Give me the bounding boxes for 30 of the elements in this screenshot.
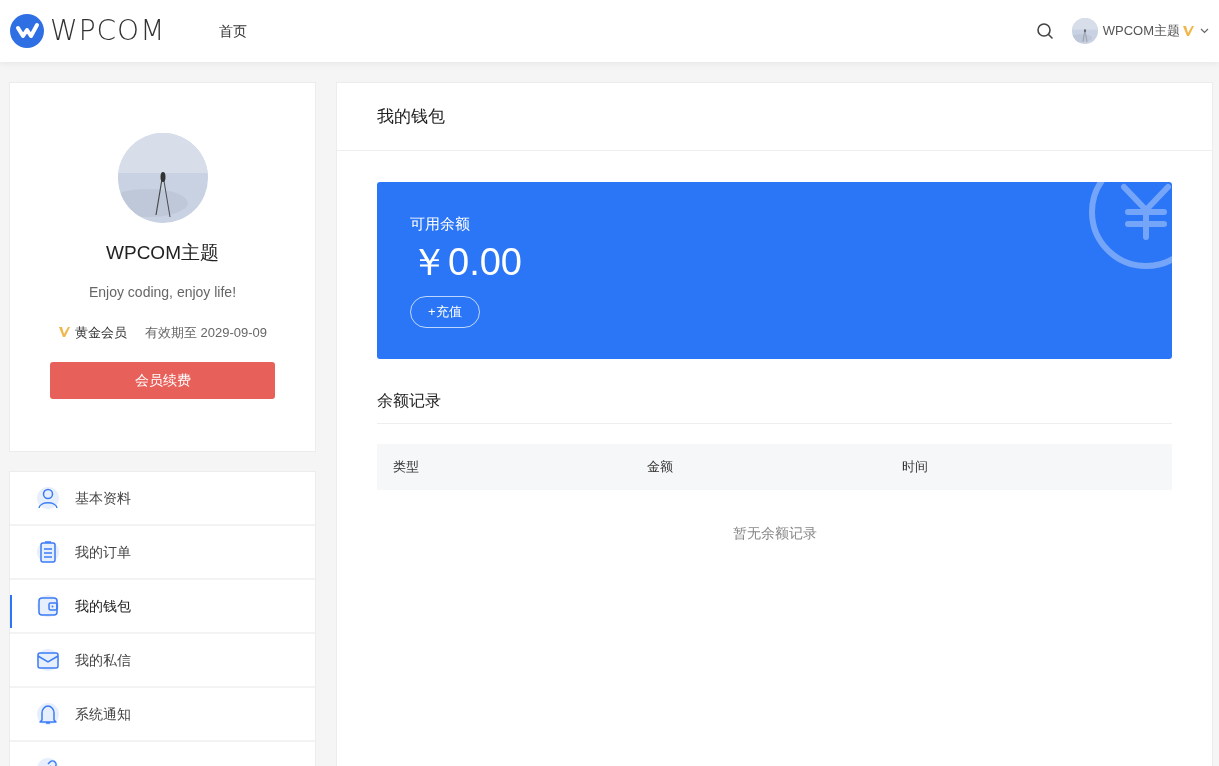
profile-bio: Enjoy coding, enjoy life! bbox=[88, 282, 237, 302]
clipboard-icon bbox=[36, 540, 60, 564]
membership-expiry: 有效期至 2029-09-09 bbox=[144, 323, 268, 342]
section-title: 余额记录 bbox=[377, 389, 1172, 424]
menu-item[interactable]: 我的订单 bbox=[10, 526, 315, 580]
wallet-icon bbox=[36, 594, 60, 618]
logo-icon bbox=[10, 14, 44, 48]
search-icon[interactable] bbox=[1035, 22, 1054, 40]
balance-label: 可用余额 bbox=[410, 214, 471, 234]
active-indicator bbox=[10, 595, 12, 628]
balance-amount: ￥0.00 bbox=[410, 239, 523, 285]
user-name[interactable]: WPCOM主题 bbox=[1102, 21, 1180, 41]
menu-item[interactable]: 我的私信 bbox=[10, 634, 315, 688]
column-header: 金额 bbox=[647, 458, 675, 477]
column-header: 时间 bbox=[901, 458, 929, 477]
bell-icon bbox=[36, 702, 60, 726]
menu-item[interactable]: 基本资料 bbox=[10, 472, 315, 526]
panel-title: 我的钱包 bbox=[337, 83, 1212, 151]
column-header: 类型 bbox=[393, 458, 420, 477]
nav-link[interactable]: 首页 bbox=[219, 20, 248, 42]
envelope-icon bbox=[36, 648, 60, 672]
chevron-down-icon[interactable] bbox=[1200, 28, 1209, 34]
vip-icon bbox=[1182, 24, 1196, 38]
menu-item[interactable]: 系统通知 bbox=[10, 688, 315, 742]
menu-item[interactable]: 我的钱包 bbox=[10, 580, 315, 634]
profile-name: WPCOM主题 bbox=[106, 241, 219, 265]
empty-message: 暂无余额记录 bbox=[731, 524, 818, 543]
logo-text: WPCOM bbox=[50, 13, 166, 49]
membership-level: 黄金会员 bbox=[74, 323, 127, 342]
user-icon bbox=[36, 486, 60, 510]
